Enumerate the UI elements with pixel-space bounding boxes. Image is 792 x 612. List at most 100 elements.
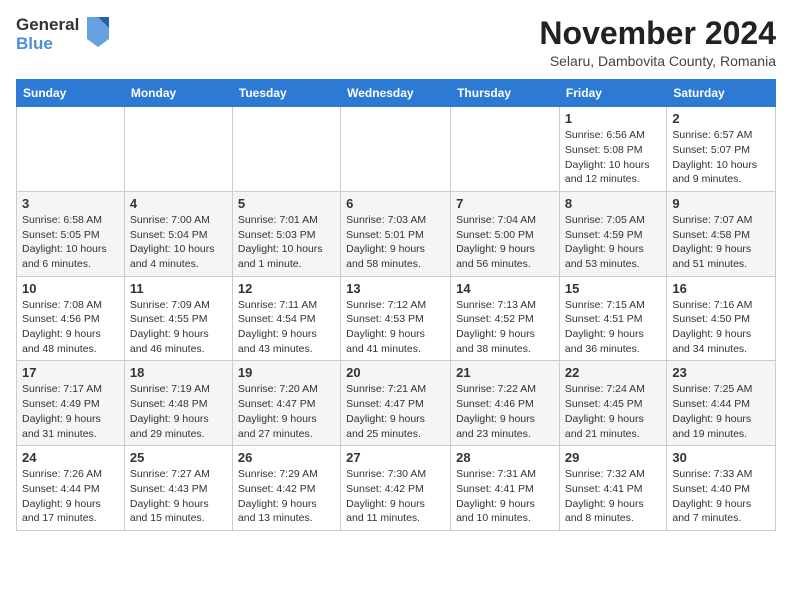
day-number: 26 (238, 450, 335, 465)
weekday-header-saturday: Saturday (667, 80, 776, 107)
calendar-cell-w1-d4 (341, 107, 451, 192)
week-row-5: 24 Sunrise: 7:26 AM Sunset: 4:44 PM Dayli… (17, 446, 776, 531)
day-number: 6 (346, 196, 445, 211)
calendar-cell-w1-d2 (124, 107, 232, 192)
day-info: Sunrise: 7:05 AM Sunset: 4:59 PM Dayligh… (565, 213, 661, 272)
calendar-cell-w4-d4: 20 Sunrise: 7:21 AM Sunset: 4:47 PM Dayli… (341, 361, 451, 446)
calendar-cell-w2-d6: 8 Sunrise: 7:05 AM Sunset: 4:59 PM Daylig… (559, 191, 666, 276)
calendar-cell-w1-d7: 2 Sunrise: 6:57 AM Sunset: 5:07 PM Daylig… (667, 107, 776, 192)
week-row-2: 3 Sunrise: 6:58 AM Sunset: 5:05 PM Daylig… (17, 191, 776, 276)
day-info: Sunrise: 7:12 AM Sunset: 4:53 PM Dayligh… (346, 298, 445, 357)
calendar-cell-w2-d1: 3 Sunrise: 6:58 AM Sunset: 5:05 PM Daylig… (17, 191, 125, 276)
day-info: Sunrise: 7:01 AM Sunset: 5:03 PM Dayligh… (238, 213, 335, 272)
day-number: 20 (346, 365, 445, 380)
weekday-header-thursday: Thursday (451, 80, 560, 107)
header: General Blue November 2024 Selaru, Dambo… (16, 16, 776, 69)
day-info: Sunrise: 7:21 AM Sunset: 4:47 PM Dayligh… (346, 382, 445, 441)
day-number: 22 (565, 365, 661, 380)
day-info: Sunrise: 7:22 AM Sunset: 4:46 PM Dayligh… (456, 382, 554, 441)
day-info: Sunrise: 7:26 AM Sunset: 4:44 PM Dayligh… (22, 467, 119, 526)
day-info: Sunrise: 7:13 AM Sunset: 4:52 PM Dayligh… (456, 298, 554, 357)
day-number: 27 (346, 450, 445, 465)
calendar-cell-w5-d4: 27 Sunrise: 7:30 AM Sunset: 4:42 PM Dayli… (341, 446, 451, 531)
day-number: 15 (565, 281, 661, 296)
day-info: Sunrise: 7:09 AM Sunset: 4:55 PM Dayligh… (130, 298, 227, 357)
week-row-1: 1Sunrise: 6:56 AM Sunset: 5:08 PM Daylig… (17, 107, 776, 192)
day-number: 4 (130, 196, 227, 211)
day-info: Sunrise: 7:08 AM Sunset: 4:56 PM Dayligh… (22, 298, 119, 357)
calendar-cell-w1-d5 (451, 107, 560, 192)
day-number: 30 (672, 450, 770, 465)
calendar-table: SundayMondayTuesdayWednesdayThursdayFrid… (16, 79, 776, 531)
day-number: 7 (456, 196, 554, 211)
calendar-cell-w1-d6: 1Sunrise: 6:56 AM Sunset: 5:08 PM Daylig… (559, 107, 666, 192)
day-info: Sunrise: 7:19 AM Sunset: 4:48 PM Dayligh… (130, 382, 227, 441)
calendar-cell-w3-d7: 16 Sunrise: 7:16 AM Sunset: 4:50 PM Dayli… (667, 276, 776, 361)
calendar-cell-w5-d5: 28 Sunrise: 7:31 AM Sunset: 4:41 PM Dayli… (451, 446, 560, 531)
calendar-cell-w1-d1 (17, 107, 125, 192)
day-info: Sunrise: 7:30 AM Sunset: 4:42 PM Dayligh… (346, 467, 445, 526)
day-info: Sunrise: 7:04 AM Sunset: 5:00 PM Dayligh… (456, 213, 554, 272)
calendar-cell-w5-d1: 24 Sunrise: 7:26 AM Sunset: 4:44 PM Dayli… (17, 446, 125, 531)
day-info: Sunrise: 7:25 AM Sunset: 4:44 PM Dayligh… (672, 382, 770, 441)
day-number: 28 (456, 450, 554, 465)
weekday-header-row: SundayMondayTuesdayWednesdayThursdayFrid… (17, 80, 776, 107)
day-info: Sunrise: 7:16 AM Sunset: 4:50 PM Dayligh… (672, 298, 770, 357)
day-number: 9 (672, 196, 770, 211)
calendar-cell-w5-d6: 29Sunrise: 7:32 AM Sunset: 4:41 PM Dayli… (559, 446, 666, 531)
day-number: 17 (22, 365, 119, 380)
calendar-cell-w3-d6: 15 Sunrise: 7:15 AM Sunset: 4:51 PM Dayli… (559, 276, 666, 361)
calendar-cell-w1-d3 (232, 107, 340, 192)
day-number: 24 (22, 450, 119, 465)
day-number: 8 (565, 196, 661, 211)
day-number: 11 (130, 281, 227, 296)
calendar-cell-w3-d4: 13 Sunrise: 7:12 AM Sunset: 4:53 PM Dayli… (341, 276, 451, 361)
weekday-header-wednesday: Wednesday (341, 80, 451, 107)
calendar-cell-w3-d2: 11 Sunrise: 7:09 AM Sunset: 4:55 PM Dayli… (124, 276, 232, 361)
day-number: 1 (565, 111, 661, 126)
calendar-cell-w3-d1: 10 Sunrise: 7:08 AM Sunset: 4:56 PM Dayli… (17, 276, 125, 361)
calendar-cell-w2-d4: 6 Sunrise: 7:03 AM Sunset: 5:01 PM Daylig… (341, 191, 451, 276)
day-number: 21 (456, 365, 554, 380)
calendar-cell-w4-d2: 18Sunrise: 7:19 AM Sunset: 4:48 PM Dayli… (124, 361, 232, 446)
calendar-cell-w4-d7: 23Sunrise: 7:25 AM Sunset: 4:44 PM Dayli… (667, 361, 776, 446)
day-number: 12 (238, 281, 335, 296)
day-number: 19 (238, 365, 335, 380)
weekday-header-monday: Monday (124, 80, 232, 107)
calendar-cell-w2-d5: 7 Sunrise: 7:04 AM Sunset: 5:00 PM Daylig… (451, 191, 560, 276)
day-info: Sunrise: 7:33 AM Sunset: 4:40 PM Dayligh… (672, 467, 770, 526)
day-number: 2 (672, 111, 770, 126)
calendar-cell-w4-d1: 17 Sunrise: 7:17 AM Sunset: 4:49 PM Dayli… (17, 361, 125, 446)
day-info: Sunrise: 7:17 AM Sunset: 4:49 PM Dayligh… (22, 382, 119, 441)
day-number: 25 (130, 450, 227, 465)
calendar-cell-w3-d3: 12 Sunrise: 7:11 AM Sunset: 4:54 PM Dayli… (232, 276, 340, 361)
day-info: Sunrise: 7:00 AM Sunset: 5:04 PM Dayligh… (130, 213, 227, 272)
day-info: Sunrise: 7:29 AM Sunset: 4:42 PM Dayligh… (238, 467, 335, 526)
day-info: Sunrise: 7:24 AM Sunset: 4:45 PM Dayligh… (565, 382, 661, 441)
weekday-header-tuesday: Tuesday (232, 80, 340, 107)
day-info: Sunrise: 7:03 AM Sunset: 5:01 PM Dayligh… (346, 213, 445, 272)
weekday-header-friday: Friday (559, 80, 666, 107)
calendar-cell-w3-d5: 14 Sunrise: 7:13 AM Sunset: 4:52 PM Dayli… (451, 276, 560, 361)
day-info: Sunrise: 7:31 AM Sunset: 4:41 PM Dayligh… (456, 467, 554, 526)
title-area: November 2024 Selaru, Dambovita County, … (539, 16, 776, 69)
day-number: 3 (22, 196, 119, 211)
day-number: 10 (22, 281, 119, 296)
day-number: 13 (346, 281, 445, 296)
day-number: 14 (456, 281, 554, 296)
month-title: November 2024 (539, 16, 776, 51)
day-number: 16 (672, 281, 770, 296)
calendar-cell-w2-d7: 9 Sunrise: 7:07 AM Sunset: 4:58 PM Daylig… (667, 191, 776, 276)
calendar-cell-w5-d3: 26 Sunrise: 7:29 AM Sunset: 4:42 PM Dayli… (232, 446, 340, 531)
day-info: Sunrise: 6:58 AM Sunset: 5:05 PM Dayligh… (22, 213, 119, 272)
day-info: Sunrise: 6:57 AM Sunset: 5:07 PM Dayligh… (672, 128, 770, 187)
logo: General Blue (16, 16, 109, 53)
day-info: Sunrise: 7:15 AM Sunset: 4:51 PM Dayligh… (565, 298, 661, 357)
week-row-3: 10 Sunrise: 7:08 AM Sunset: 4:56 PM Dayli… (17, 276, 776, 361)
day-info: Sunrise: 7:32 AM Sunset: 4:41 PM Dayligh… (565, 467, 661, 526)
day-info: Sunrise: 7:11 AM Sunset: 4:54 PM Dayligh… (238, 298, 335, 357)
day-info: Sunrise: 7:07 AM Sunset: 4:58 PM Dayligh… (672, 213, 770, 272)
calendar-cell-w4-d6: 22 Sunrise: 7:24 AM Sunset: 4:45 PM Dayli… (559, 361, 666, 446)
calendar-cell-w5-d7: 30 Sunrise: 7:33 AM Sunset: 4:40 PM Dayli… (667, 446, 776, 531)
weekday-header-sunday: Sunday (17, 80, 125, 107)
